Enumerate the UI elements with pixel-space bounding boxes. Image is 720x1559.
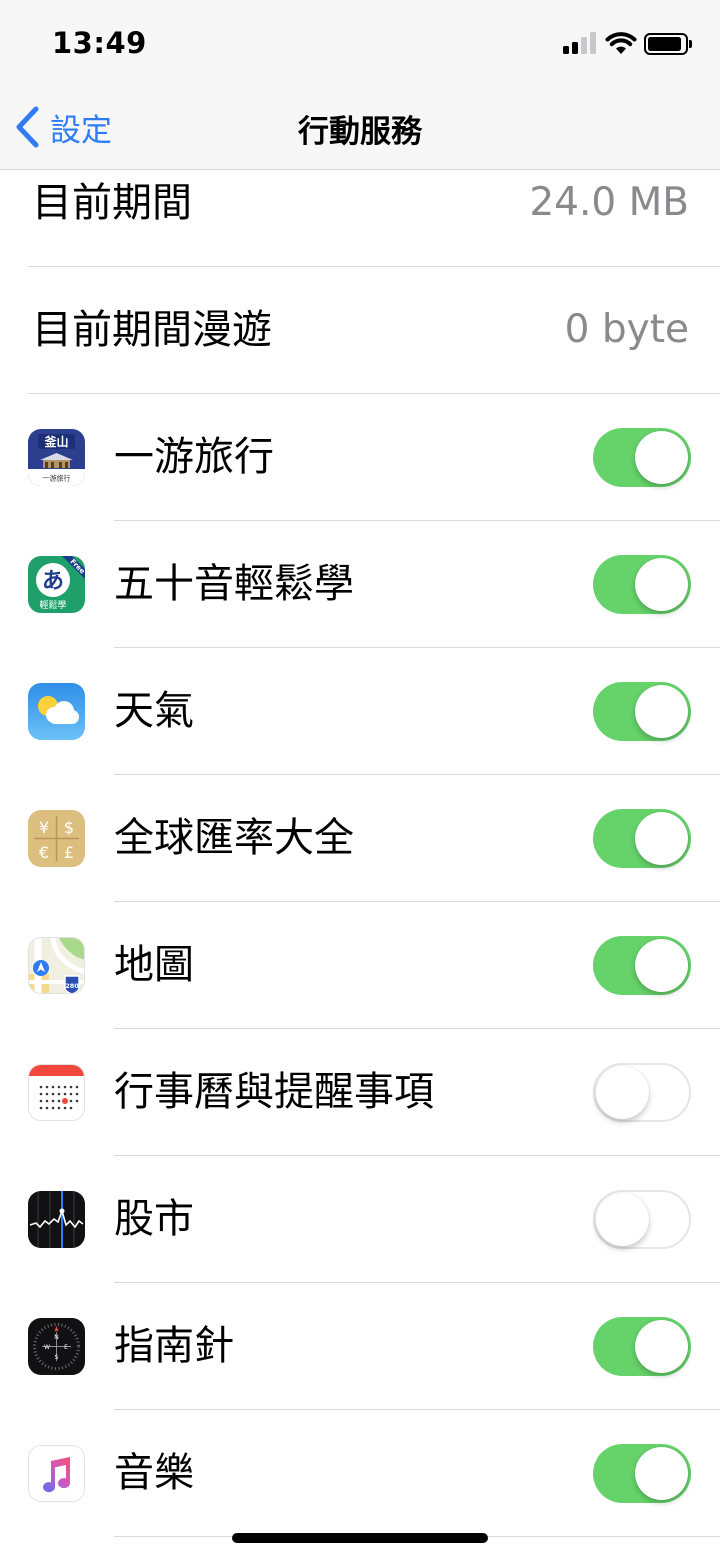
cellular-toggle-currency[interactable] (593, 809, 691, 868)
cellular-settings-list: 目前期間 24.0 MB 目前期間漫遊 0 byte 釜山 一游旅行 一游旅行 … (0, 140, 720, 1537)
page-title: 行動服務 (298, 114, 422, 150)
japanese-kana-app-icon: あ Free 輕鬆學 (28, 556, 85, 613)
status-time: 13:49 (52, 26, 147, 60)
stocks-app-icon (28, 1191, 85, 1248)
toggle-knob (635, 1320, 688, 1373)
toggle-knob (635, 431, 688, 484)
music-app-icon (28, 1445, 85, 1502)
toggle-knob (635, 812, 688, 865)
usage-value: 0 byte (564, 307, 689, 352)
busan-travel-app-icon: 釜山 一游旅行 (28, 429, 85, 486)
icon-symbol-text: £ (64, 843, 74, 862)
icon-shield-text: 280 (65, 982, 79, 990)
app-name: 天氣 (114, 688, 194, 734)
icon-title-text: 釜山 (43, 434, 68, 449)
app-row-busan-travel: 釜山 一游旅行 一游旅行 (0, 394, 720, 521)
icon-letter-text: S (55, 1354, 59, 1361)
app-name: 五十音輕鬆學 (114, 561, 354, 607)
app-row-stocks: 股市 (0, 1156, 720, 1283)
icon-letter-text: E (64, 1344, 68, 1351)
cellular-toggle-weather[interactable] (593, 682, 691, 741)
cellular-toggle-stocks[interactable] (593, 1190, 691, 1249)
cellular-toggle-compass[interactable] (593, 1317, 691, 1376)
app-name: 指南針 (114, 1323, 234, 1369)
cellular-toggle-music[interactable] (593, 1444, 691, 1503)
cellular-signal-icon (563, 32, 597, 54)
toggle-knob (635, 939, 688, 992)
compass-app-icon: N W E S (28, 1318, 85, 1375)
app-name: 一游旅行 (114, 434, 274, 480)
app-name: 股市 (114, 1196, 194, 1242)
wifi-icon (605, 32, 637, 54)
app-row-weather: 天氣 (0, 648, 720, 775)
toggle-knob (635, 685, 688, 738)
weather-app-icon (28, 683, 85, 740)
icon-caption-text: 輕鬆學 (39, 599, 66, 611)
cellular-toggle-busan-travel[interactable] (593, 428, 691, 487)
app-name: 地圖 (114, 942, 194, 988)
icon-kana-text: あ (42, 569, 64, 594)
cellular-toggle-calendar[interactable] (593, 1063, 691, 1122)
icon-symbol-text: $ (64, 818, 74, 837)
usage-roaming-row: 目前期間漫遊 0 byte (0, 267, 720, 394)
app-row-japanese-kana: あ Free 輕鬆學 五十音輕鬆學 (0, 521, 720, 648)
maps-app-icon: 280 (28, 937, 85, 994)
icon-symbol-text: € (39, 843, 49, 862)
usage-label: 目前期間漫遊 (32, 307, 272, 353)
app-row-maps: 280 地圖 (0, 902, 720, 1029)
app-name: 全球匯率大全 (114, 815, 354, 861)
calendar-app-icon (28, 1064, 85, 1121)
app-name: 行事曆與提醒事項 (114, 1069, 434, 1115)
app-row-calendar: 行事曆與提醒事項 (0, 1029, 720, 1156)
icon-letter-text: W (44, 1344, 50, 1351)
toggle-knob (596, 1193, 649, 1246)
icon-symbol-text: ¥ (39, 818, 49, 837)
navigation-header: 13:49 設定 行動服務 (0, 0, 720, 170)
battery-icon (644, 33, 692, 55)
icon-caption-text: 一游旅行 (43, 474, 71, 483)
cellular-toggle-maps[interactable] (593, 936, 691, 995)
app-row-currency: ¥ $ € £ 全球匯率大全 (0, 775, 720, 902)
app-row-compass: N W E S 指南針 (0, 1283, 720, 1410)
currency-exchange-app-icon: ¥ $ € £ (28, 810, 85, 867)
toggle-knob (596, 1066, 649, 1119)
icon-letter-text: N (54, 1334, 59, 1341)
app-row-music: 音樂 (0, 1410, 720, 1537)
home-indicator[interactable] (232, 1533, 488, 1543)
app-name: 音樂 (114, 1450, 194, 1496)
toggle-knob (635, 1447, 688, 1500)
cellular-toggle-japanese-kana[interactable] (593, 555, 691, 614)
toggle-knob (635, 558, 688, 611)
